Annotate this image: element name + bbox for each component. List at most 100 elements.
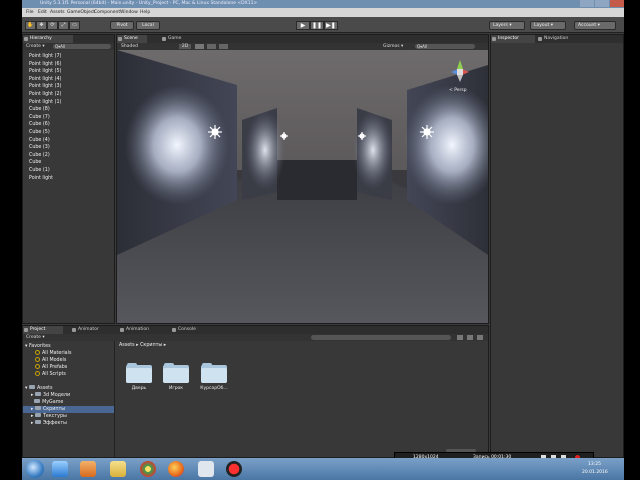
tab-animation[interactable]: Animation bbox=[119, 326, 163, 334]
effects-toggle-icon[interactable] bbox=[219, 44, 228, 49]
project-breadcrumb[interactable]: Assets ▸ Скрипты ▸ bbox=[119, 343, 166, 348]
hierarchy-item[interactable]: Cube (8) bbox=[29, 106, 61, 114]
play-button[interactable]: ▶ bbox=[296, 21, 310, 30]
menu-gameobject[interactable]: GameObject bbox=[67, 10, 95, 15]
layers-dropdown[interactable]: Layers ▾ bbox=[489, 21, 525, 30]
hierarchy-search-input[interactable]: Q▾All bbox=[53, 44, 111, 49]
hierarchy-item[interactable]: Point light (4) bbox=[29, 76, 61, 84]
menu-edit[interactable]: Edit bbox=[38, 10, 47, 15]
media-player-icon[interactable] bbox=[80, 461, 96, 477]
tree-fav-materials[interactable]: All Materials bbox=[35, 350, 71, 357]
hierarchy-item[interactable]: Point light (7) bbox=[29, 53, 61, 61]
clock-time[interactable]: 13:25 bbox=[588, 462, 601, 467]
asset-folder-cursor[interactable]: КурсорОб... bbox=[199, 363, 229, 391]
tree-folder[interactable]: ▸ Эффекты bbox=[31, 420, 67, 427]
menu-help[interactable]: Help bbox=[140, 10, 150, 15]
tree-folder[interactable]: ▸ Текстуры bbox=[31, 413, 67, 420]
minimize-button[interactable] bbox=[580, 0, 594, 7]
project-icon bbox=[24, 328, 28, 332]
tree-favorites[interactable]: ▾ Favorites bbox=[25, 343, 51, 350]
inspector-icon bbox=[492, 37, 496, 41]
menu-file[interactable]: File bbox=[26, 10, 34, 15]
tree-fav-prefabs[interactable]: All Prefabs bbox=[35, 364, 67, 371]
step-button[interactable]: ▶❚ bbox=[324, 21, 338, 30]
tab-hierarchy[interactable]: Hierarchy bbox=[23, 35, 73, 43]
filter-by-label-icon[interactable] bbox=[467, 335, 473, 340]
hand-tool-icon[interactable]: ✋ bbox=[25, 21, 36, 30]
tab-game-label: Game bbox=[168, 36, 182, 41]
start-button-icon[interactable] bbox=[26, 460, 44, 478]
file-explorer-icon[interactable] bbox=[110, 461, 126, 477]
search-icon bbox=[35, 371, 40, 376]
menu-component[interactable]: Component bbox=[94, 10, 120, 15]
tab-animator[interactable]: Animator bbox=[71, 326, 111, 334]
tab-console[interactable]: Console bbox=[171, 326, 211, 334]
2d-toggle[interactable]: 2D bbox=[179, 44, 191, 49]
folder-icon bbox=[34, 413, 41, 417]
search-icon bbox=[35, 364, 40, 369]
transform-tools: ✋ ✥ ⟳ ⤢ ▭ bbox=[25, 21, 80, 30]
chrome-icon[interactable] bbox=[140, 461, 156, 477]
menu-assets[interactable]: Assets bbox=[50, 10, 65, 15]
hierarchy-item[interactable]: Cube (3) bbox=[29, 144, 61, 152]
project-search-input[interactable] bbox=[311, 335, 451, 340]
tab-project[interactable]: Project bbox=[23, 326, 63, 334]
tab-scene[interactable]: Scene bbox=[117, 35, 147, 43]
asset-folder-label: Игрок bbox=[168, 386, 184, 391]
firefox-icon[interactable] bbox=[168, 461, 184, 477]
hierarchy-item[interactable]: Cube bbox=[29, 159, 61, 167]
hierarchy-item[interactable]: Point light bbox=[29, 175, 61, 183]
hierarchy-item[interactable]: Point light (6) bbox=[29, 61, 61, 69]
filter-by-type-icon[interactable] bbox=[457, 335, 463, 340]
scale-tool-icon[interactable]: ⤢ bbox=[58, 21, 69, 30]
hierarchy-item[interactable]: Cube (5) bbox=[29, 129, 61, 137]
tree-folder[interactable]: MyGame bbox=[31, 399, 63, 406]
favorite-star-icon[interactable] bbox=[477, 335, 483, 340]
tree-assets[interactable]: ▾ Assets bbox=[25, 385, 53, 392]
tab-game[interactable]: Game bbox=[161, 35, 191, 43]
gizmos-dropdown[interactable]: Gizmos ▾ bbox=[383, 44, 403, 49]
pause-button[interactable]: ❚❚ bbox=[310, 21, 324, 30]
hierarchy-item[interactable]: Cube (7) bbox=[29, 114, 61, 122]
hierarchy-item[interactable]: Cube (6) bbox=[29, 121, 61, 129]
lighting-toggle-icon[interactable] bbox=[195, 44, 204, 49]
perspective-label[interactable]: < Persp bbox=[449, 88, 467, 93]
rotate-tool-icon[interactable]: ⟳ bbox=[47, 21, 58, 30]
tab-navigation[interactable]: Navigation bbox=[537, 35, 587, 43]
hierarchy-item[interactable]: Point light (5) bbox=[29, 68, 61, 76]
account-dropdown[interactable]: Account ▾ bbox=[574, 21, 616, 30]
local-toggle[interactable]: Local bbox=[136, 21, 160, 30]
fav-label: All Prefabs bbox=[42, 365, 68, 370]
move-tool-icon[interactable]: ✥ bbox=[36, 21, 47, 30]
close-button[interactable] bbox=[610, 0, 624, 7]
menu-window[interactable]: Window bbox=[120, 10, 138, 15]
tree-folder[interactable]: ▸ 3d Модели bbox=[31, 392, 70, 399]
tab-inspector[interactable]: Inspector bbox=[491, 35, 535, 43]
pivot-toggle[interactable]: Pivot bbox=[110, 21, 134, 30]
layout-dropdown[interactable]: Layout ▾ bbox=[530, 21, 566, 30]
recorder-app-icon[interactable] bbox=[226, 461, 242, 477]
asset-folder-label: Дверь bbox=[131, 386, 147, 391]
project-create-button[interactable]: Create ▾ bbox=[26, 335, 45, 340]
scene-viewport[interactable]: < Persp bbox=[117, 50, 488, 323]
hierarchy-create-button[interactable]: Create ▾ bbox=[26, 44, 45, 49]
hierarchy-item[interactable]: Point light (1) bbox=[29, 99, 61, 107]
audio-toggle-icon[interactable] bbox=[207, 44, 216, 49]
tree-fav-models[interactable]: All Models bbox=[35, 357, 66, 364]
asset-folder-door[interactable]: Дверь bbox=[124, 363, 154, 391]
unity-icon[interactable] bbox=[198, 461, 214, 477]
scene-search-input[interactable]: Q▾All bbox=[415, 44, 475, 49]
hierarchy-item[interactable]: Cube (1) bbox=[29, 167, 61, 175]
hierarchy-item[interactable]: Point light (3) bbox=[29, 83, 61, 91]
internet-explorer-icon[interactable] bbox=[52, 461, 68, 477]
tree-fav-scripts[interactable]: All Scripts bbox=[35, 371, 66, 378]
shading-dropdown[interactable]: Shaded bbox=[121, 44, 138, 49]
rect-tool-icon[interactable]: ▭ bbox=[69, 21, 80, 30]
hierarchy-item[interactable]: Cube (2) bbox=[29, 152, 61, 160]
hierarchy-item[interactable]: Point light (2) bbox=[29, 91, 61, 99]
hierarchy-item[interactable]: Cube (4) bbox=[29, 137, 61, 145]
maximize-button[interactable] bbox=[595, 0, 609, 7]
tree-folder-selected[interactable]: ▸ Скрипты bbox=[23, 406, 114, 413]
asset-folder-player[interactable]: Игрок bbox=[161, 363, 191, 391]
clock-date[interactable]: 20.01.2016 bbox=[582, 470, 608, 475]
